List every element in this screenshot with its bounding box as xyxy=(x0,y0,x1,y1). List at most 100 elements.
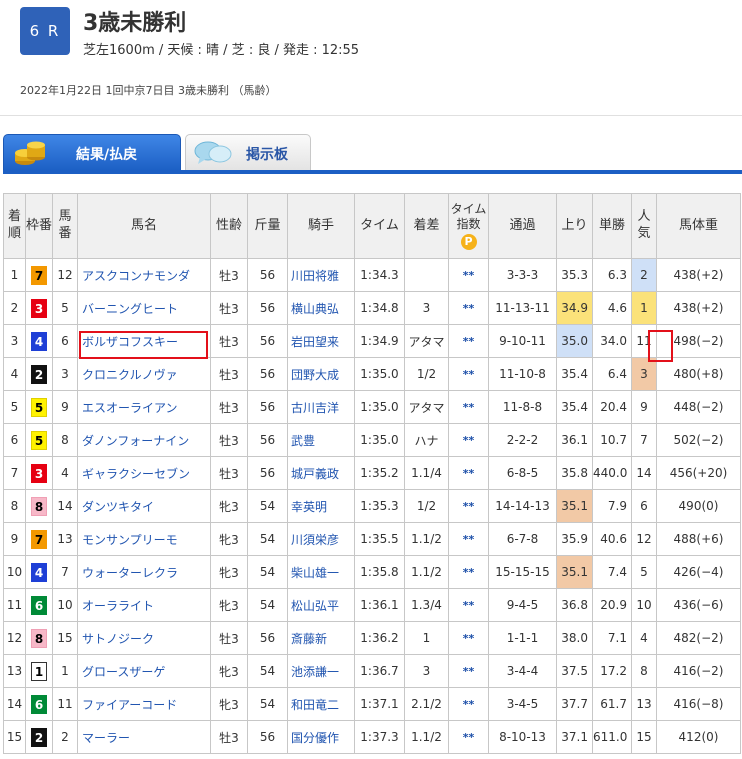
header-last3f: 上り xyxy=(556,193,593,259)
popularity-cell: 2 xyxy=(631,258,657,292)
jockey-link[interactable]: 岩田望来 xyxy=(287,324,355,358)
odds-cell: 61.7 xyxy=(592,687,632,721)
waku-cell: 8 xyxy=(25,489,53,523)
popularity-cell: 14 xyxy=(631,456,657,490)
time-index-cell[interactable]: ** xyxy=(448,555,489,589)
odds-cell: 7.9 xyxy=(592,489,632,523)
time-index-cell[interactable]: ** xyxy=(448,357,489,391)
jockey-link[interactable]: 城戸義政 xyxy=(287,456,355,490)
horse-name-link[interactable]: マーラー xyxy=(77,720,211,754)
horse-name-link[interactable]: オーラライト xyxy=(77,588,211,622)
jockey-link[interactable]: 和田竜二 xyxy=(287,687,355,721)
jockey-link[interactable]: 池添謙一 xyxy=(287,654,355,688)
horse-name-link[interactable]: エスオーライアン xyxy=(77,390,211,424)
time-index-cell[interactable]: ** xyxy=(448,522,489,556)
premium-p-icon[interactable]: P xyxy=(460,233,477,250)
horse-name-link[interactable]: アスクコンナモンダ xyxy=(77,258,211,292)
time-index-cell[interactable]: ** xyxy=(448,621,489,655)
header-rank: 着順 xyxy=(3,193,26,259)
rank-cell: 6 xyxy=(3,423,26,457)
jockey-link[interactable]: 柴山雄一 xyxy=(287,555,355,589)
tab-results[interactable]: 結果/払戻 xyxy=(3,134,181,171)
popularity-cell: 4 xyxy=(631,621,657,655)
jockey-link[interactable]: 国分優作 xyxy=(287,720,355,754)
body-weight-cell: 416(−2) xyxy=(656,654,741,688)
odds-cell: 440.0 xyxy=(592,456,632,490)
time-cell: 1:35.0 xyxy=(354,423,405,457)
weight-cell: 54 xyxy=(247,489,288,523)
horse-name-link[interactable]: グロースザーゲ xyxy=(77,654,211,688)
jockey-link[interactable]: 川須栄彦 xyxy=(287,522,355,556)
time-cell: 1:37.1 xyxy=(354,687,405,721)
rank-cell: 9 xyxy=(3,522,26,556)
time-index-cell[interactable]: ** xyxy=(448,588,489,622)
horse-name-link[interactable]: ダノンフォーナイン xyxy=(77,423,211,457)
horse-name-link[interactable]: ギャラクシーセブン xyxy=(77,456,211,490)
horse-name-link[interactable]: サトノジーク xyxy=(77,621,211,655)
waku-badge: 5 xyxy=(31,430,47,450)
table-row: 12 8 15 サトノジーク 牡3 56 斎藤新 1:36.2 1 ** 1-1-1 38.0 7.1 4… xyxy=(3,621,741,655)
horse-name-link[interactable]: ウォーターレクラ xyxy=(77,555,211,589)
odds-cell: 20.9 xyxy=(592,588,632,622)
jockey-link[interactable]: 川田将雅 xyxy=(287,258,355,292)
header-name: 馬名 xyxy=(77,193,211,259)
jockey-link[interactable]: 団野大成 xyxy=(287,357,355,391)
table-row: 5 5 9 エスオーライアン 牡3 56 古川吉洋 1:35.0 アタマ ** 11-8-8 35.4… xyxy=(3,390,741,424)
jockey-link[interactable]: 斎藤新 xyxy=(287,621,355,655)
time-index-cell[interactable]: ** xyxy=(448,687,489,721)
sexage-cell: 牝3 xyxy=(210,555,248,589)
time-index-cell[interactable]: ** xyxy=(448,390,489,424)
last3f-cell: 35.1 xyxy=(556,489,593,523)
header-odds: 単勝 xyxy=(592,193,632,259)
time-index-cell[interactable]: ** xyxy=(448,456,489,490)
time-cell: 1:34.8 xyxy=(354,291,405,325)
odds-cell: 6.4 xyxy=(592,357,632,391)
table-row: 10 4 7 ウォーターレクラ 牝3 54 柴山雄一 1:35.8 1.1/2 ** 15-15-1… xyxy=(3,555,741,589)
sexage-cell: 牡3 xyxy=(210,357,248,391)
popularity-cell: 3 xyxy=(631,357,657,391)
jockey-link[interactable]: 松山弘平 xyxy=(287,588,355,622)
umaban-cell: 11 xyxy=(52,687,78,721)
table-row: 8 8 14 ダンツキタイ 牝3 54 幸英明 1:35.3 1/2 ** 14-14-13 35.1… xyxy=(3,489,741,523)
umaban-cell: 5 xyxy=(52,291,78,325)
time-cell: 1:35.0 xyxy=(354,357,405,391)
waku-badge: 1 xyxy=(31,661,47,681)
jockey-link[interactable]: 横山典弘 xyxy=(287,291,355,325)
jockey-link[interactable]: 古川吉洋 xyxy=(287,390,355,424)
jockey-link[interactable]: 幸英明 xyxy=(287,489,355,523)
weight-cell: 56 xyxy=(247,324,288,358)
body-weight-cell: 448(−2) xyxy=(656,390,741,424)
sexage-cell: 牡3 xyxy=(210,720,248,754)
header-jockey: 騎手 xyxy=(287,193,355,259)
time-index-cell[interactable]: ** xyxy=(448,720,489,754)
body-weight-cell: 482(−2) xyxy=(656,621,741,655)
time-index-cell[interactable]: ** xyxy=(448,258,489,292)
last3f-cell: 35.3 xyxy=(556,258,593,292)
odds-cell: 20.4 xyxy=(592,390,632,424)
passing-cell: 14-14-13 xyxy=(488,489,557,523)
body-weight-cell: 456(+20) xyxy=(656,456,741,490)
odds-cell: 6.3 xyxy=(592,258,632,292)
horse-name-link[interactable]: ファイアーコード xyxy=(77,687,211,721)
tab-board[interactable]: 掲示板 xyxy=(185,134,311,171)
header-time: タイム xyxy=(354,193,405,259)
horse-name-link[interactable]: モンサンプリーモ xyxy=(77,522,211,556)
time-index-cell[interactable]: ** xyxy=(448,489,489,523)
time-index-cell[interactable]: ** xyxy=(448,291,489,325)
margin-cell: アタマ xyxy=(404,324,449,358)
umaban-cell: 1 xyxy=(52,654,78,688)
umaban-cell: 13 xyxy=(52,522,78,556)
passing-cell: 11-10-8 xyxy=(488,357,557,391)
horse-name-link[interactable]: クロニクルノヴァ xyxy=(77,357,211,391)
horse-name-link[interactable]: ダンツキタイ xyxy=(77,489,211,523)
horse-name-link[interactable]: バーニングヒート xyxy=(77,291,211,325)
table-row: 13 1 1 グロースザーゲ 牝3 54 池添謙一 1:36.7 3 ** 3-4-4 37.5 17.… xyxy=(3,654,741,688)
time-index-cell[interactable]: ** xyxy=(448,423,489,457)
time-index-cell[interactable]: ** xyxy=(448,654,489,688)
horse-name-link[interactable]: ボルザコフスキー xyxy=(77,324,211,358)
jockey-link[interactable]: 武豊 xyxy=(287,423,355,457)
waku-cell: 2 xyxy=(25,720,53,754)
waku-badge: 8 xyxy=(31,628,47,648)
weight-cell: 54 xyxy=(247,588,288,622)
time-index-cell[interactable]: ** xyxy=(448,324,489,358)
